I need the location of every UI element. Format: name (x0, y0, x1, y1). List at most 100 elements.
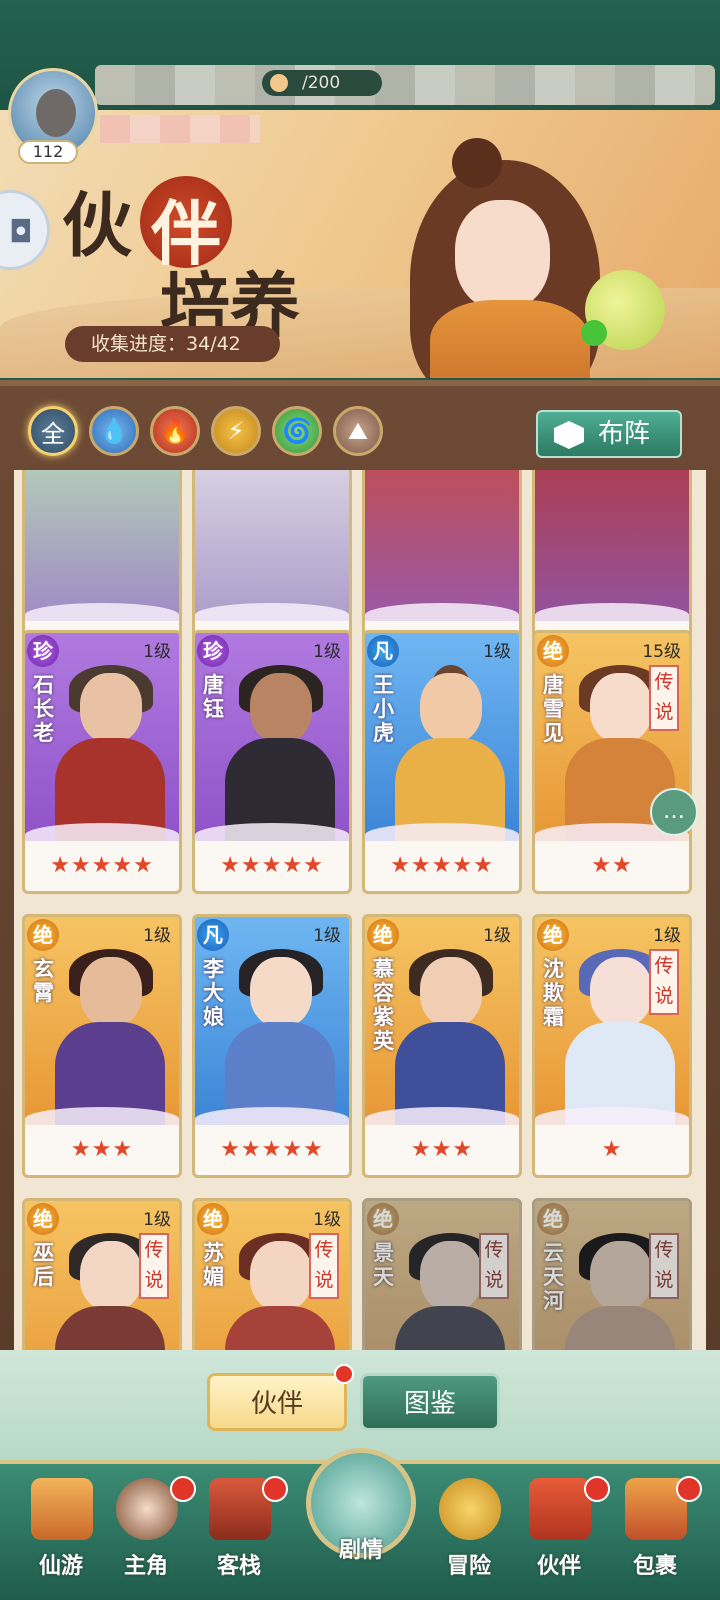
banner-character-face (455, 200, 550, 310)
nav-label: 主角 (123, 1554, 168, 1579)
card-portrait (55, 949, 165, 1132)
card-stars: ★★ (535, 841, 689, 891)
nav-juqing-label: 剧情 (338, 1538, 383, 1563)
filter-thunder-button[interactable]: ⚡ (211, 406, 261, 456)
banner-character-bun (452, 138, 502, 188)
gourd-icon (439, 1478, 501, 1540)
portrait-face (590, 957, 652, 1027)
formation-button[interactable]: 布阵 (536, 410, 682, 458)
player-name-blurred (100, 115, 260, 143)
partner-card[interactable]: 绝 1级 巫后 传说 (22, 1198, 182, 1350)
portrait-face (250, 957, 312, 1027)
collection-progress-label: 收集进度： (91, 333, 187, 355)
resource-counter[interactable]: /200 (262, 70, 382, 96)
partner-card-locked[interactable]: 绝 云天河 传说 (532, 1198, 692, 1350)
scroll-icon (31, 1478, 93, 1540)
card-name: 苏媚 (203, 1241, 224, 1289)
card-stars: ★★★ (365, 1125, 519, 1175)
legend-tag: 传说 (479, 1233, 509, 1299)
filter-all-button[interactable]: 全 (28, 406, 78, 456)
filter-wind-button[interactable]: 🌀 (272, 406, 322, 456)
partner-cards-icon (529, 1478, 591, 1540)
grade-badge: 绝 (537, 1203, 569, 1235)
nav-label: 冒险 (446, 1554, 491, 1579)
collection-progress: 收集进度：34/42 (65, 326, 280, 362)
portrait-face (590, 673, 652, 743)
card-name: 唐雪见 (543, 673, 564, 745)
portrait-face (420, 673, 482, 743)
partner-card[interactable]: 珍 1级 石长老 ★★★★★ (22, 630, 182, 894)
card-level: 1级 (143, 1210, 171, 1230)
partner-card[interactable]: 绝 1级 玄霄 ★★★ (22, 914, 182, 1178)
top-status-bar: /200 (0, 0, 720, 115)
portrait-face (420, 1241, 482, 1311)
card-name: 玄霄 (33, 957, 54, 1005)
partner-card-locked[interactable]: 绝 景天 传说 (362, 1198, 522, 1350)
notification-dot (334, 1364, 354, 1384)
partner-card[interactable]: 凡 1级 王小虎 ★★★★★ (362, 630, 522, 894)
card-name: 王小虎 (373, 673, 394, 745)
filter-earth-button[interactable]: ⛰ (333, 406, 383, 456)
card-name: 慕容紫英 (373, 957, 394, 1053)
card-portrait (55, 665, 165, 848)
grade-badge: 绝 (537, 919, 569, 951)
legend-tag: 传说 (139, 1233, 169, 1299)
nav-label: 客栈 (216, 1554, 261, 1579)
portrait-face (80, 957, 142, 1027)
legend-tag: 传说 (309, 1233, 339, 1299)
chat-bubble-button[interactable]: … (650, 788, 698, 836)
card-stars: ★★★★★ (195, 841, 349, 891)
card-level: 1级 (653, 926, 681, 946)
card-level: 1级 (143, 642, 171, 662)
partner-card[interactable]: 绝 15级 唐雪见 传说 ★★ (532, 630, 692, 894)
card-stars: ★ (535, 1125, 689, 1175)
portrait-face (80, 1241, 142, 1311)
grade-badge: 凡 (197, 919, 229, 951)
banner-title-char1: 伙 (62, 184, 132, 267)
portrait-face (80, 673, 142, 743)
legend-tag: 传说 (649, 665, 679, 731)
card-name: 云天河 (543, 1241, 564, 1313)
partner-card[interactable]: 绝 1级 沈欺霜 传说 ★ (532, 914, 692, 1178)
partner-card[interactable]: 绝 1级 慕容紫英 ★★★ (362, 914, 522, 1178)
player-level-badge: 112 (18, 140, 78, 164)
partner-card[interactable]: 绝 1级 苏媚 传说 (192, 1198, 352, 1350)
portrait-face (590, 1241, 652, 1311)
nav-maoxian[interactable]: 冒险 (426, 1470, 512, 1598)
card-portrait (225, 665, 335, 848)
portrait-face (420, 957, 482, 1027)
portrait-body (225, 1306, 335, 1350)
nav-xianyou[interactable]: 仙游 (18, 1470, 104, 1598)
partner-card-grid: ★★★★★ ★★★★★ ★★★★★ ★★★★★ 珍 1级 石长老 ★★★★★ 珍… (20, 470, 700, 1350)
grade-badge: 绝 (27, 919, 59, 951)
card-level: 1级 (313, 926, 341, 946)
card-portrait (225, 949, 335, 1132)
chat-side-button[interactable]: ◘ (0, 190, 50, 270)
avatar-face-blurred (36, 89, 76, 137)
legend-tag: 传说 (649, 1233, 679, 1299)
collection-progress-value: 34/42 (186, 333, 241, 355)
filter-water-button[interactable]: 💧 (89, 406, 139, 456)
filter-fire-button[interactable]: 🔥 (150, 406, 200, 456)
portrait-body (395, 1306, 505, 1350)
nav-label: 仙游 (38, 1554, 83, 1579)
partner-banner: ◘ 伙 伴 培养 收集进度：34/42 (0, 110, 720, 378)
notification-dot (262, 1476, 288, 1502)
card-portrait (395, 665, 505, 848)
partner-card[interactable]: 珍 1级 唐钰 ★★★★★ (192, 630, 352, 894)
portrait-face (250, 673, 312, 743)
grade-badge: 绝 (197, 1203, 229, 1235)
grade-badge: 绝 (367, 919, 399, 951)
card-stars: ★★★★★ (195, 1125, 349, 1175)
portrait-body (565, 1306, 675, 1350)
card-level: 1级 (483, 642, 511, 662)
card-name: 石长老 (33, 673, 54, 745)
card-stars: ★★★★★ (365, 841, 519, 891)
tab-partner[interactable]: 伙伴 (207, 1373, 347, 1431)
card-stars: ★★★ (25, 1125, 179, 1175)
fire-icon: 🔥 (160, 417, 190, 445)
nav-label: 伙伴 (536, 1554, 581, 1579)
tab-atlas[interactable]: 图鉴 (360, 1373, 500, 1431)
grade-badge: 绝 (27, 1203, 59, 1235)
partner-card[interactable]: 凡 1级 李大娘 ★★★★★ (192, 914, 352, 1178)
